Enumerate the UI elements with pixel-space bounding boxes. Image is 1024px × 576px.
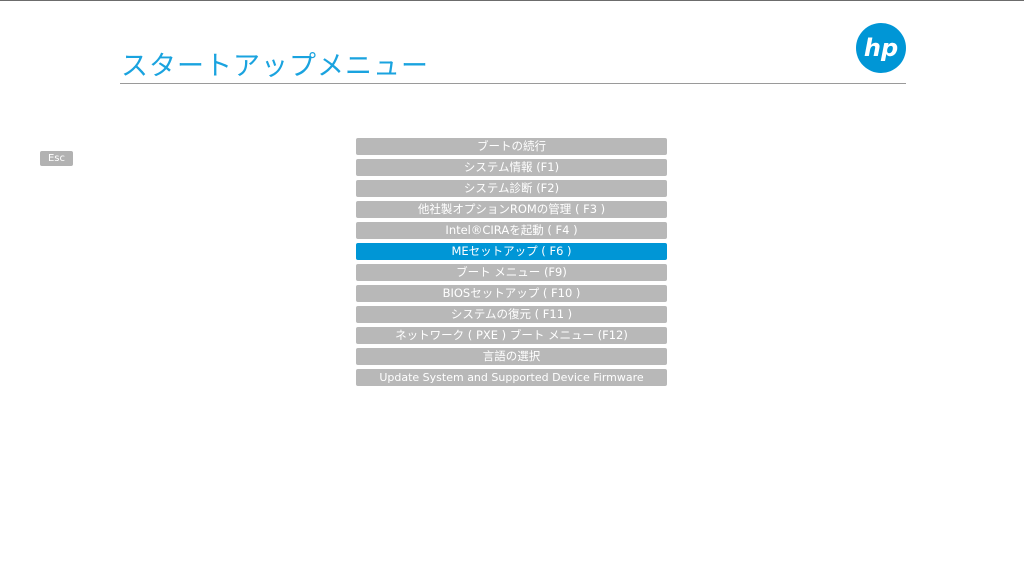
menu-item-bios-setup[interactable]: BIOSセットアップ ( F10 ) xyxy=(356,285,667,302)
top-border xyxy=(0,0,1024,1)
title-divider xyxy=(120,83,906,84)
menu-item-continue-boot[interactable]: ブートの続行 xyxy=(356,138,667,155)
startup-menu-screen: スタートアップメニュー hp Esc ブートの続行 システム情報 (F1) シス… xyxy=(0,0,1024,576)
menu-item-update-firmware[interactable]: Update System and Supported Device Firmw… xyxy=(356,369,667,386)
menu-item-language[interactable]: 言語の選択 xyxy=(356,348,667,365)
page-title: スタートアップメニュー xyxy=(121,51,429,82)
menu-item-boot-menu[interactable]: ブート メニュー (F9) xyxy=(356,264,667,281)
menu-item-system-diagnostics[interactable]: システム診断 (F2) xyxy=(356,180,667,197)
startup-menu-list: ブートの続行 システム情報 (F1) システム診断 (F2) 他社製オプションR… xyxy=(356,138,667,390)
menu-item-me-setup[interactable]: MEセットアップ ( F6 ) xyxy=(356,243,667,260)
menu-item-option-rom[interactable]: 他社製オプションROMの管理 ( F3 ) xyxy=(356,201,667,218)
hp-logo-icon: hp xyxy=(856,23,906,73)
esc-button[interactable]: Esc xyxy=(40,151,73,166)
menu-item-system-recovery[interactable]: システムの復元 ( F11 ) xyxy=(356,306,667,323)
menu-item-network-boot[interactable]: ネットワーク ( PXE ) ブート メニュー (F12) xyxy=(356,327,667,344)
logo-text: hp xyxy=(864,34,898,62)
menu-item-intel-cira[interactable]: Intel®CIRAを起動 ( F4 ) xyxy=(356,222,667,239)
menu-item-system-info[interactable]: システム情報 (F1) xyxy=(356,159,667,176)
